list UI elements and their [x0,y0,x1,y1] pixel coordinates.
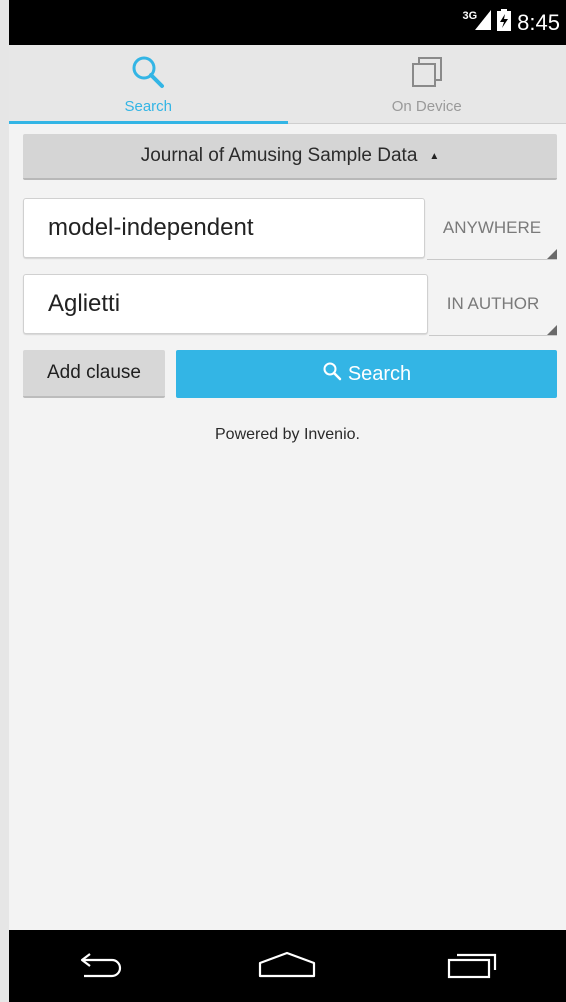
home-button[interactable] [247,936,327,996]
recent-apps-icon [445,948,501,985]
dropdown-corner-icon [547,249,557,259]
clause-1-input[interactable]: model-independent [23,198,425,258]
clause-1-scope-label: ANYWHERE [442,217,542,237]
back-button[interactable] [62,936,142,996]
clause-1-value: model-independent [48,214,254,241]
app-screen: 3G 8:45 Search On Device Journal of Amus… [9,0,566,1002]
tab-on-device[interactable]: On Device [288,45,566,123]
search-button[interactable]: Search [176,350,557,398]
active-tab-indicator [9,121,288,124]
status-bar: 3G 8:45 [9,0,566,45]
collection-dropdown[interactable]: Journal of Amusing Sample Data ▲ [23,134,557,180]
background-strip [0,0,9,1002]
dropdown-corner-icon [547,325,557,335]
add-clause-button[interactable]: Add clause [23,350,165,398]
clause-2-input[interactable]: Aglietti [23,274,428,334]
navigation-bar [9,930,566,1002]
search-button-icon [322,361,342,387]
tab-bar: Search On Device [9,45,566,124]
search-icon [131,55,165,94]
signal-icon [475,10,492,35]
tab-search[interactable]: Search [9,45,288,124]
clock: 8:45 [517,9,560,35]
collection-dropdown-label: Journal of Amusing Sample Data [140,145,418,166]
battery-icon [497,9,512,36]
clause-2-value: Aglietti [48,290,121,317]
dropdown-caret-icon: ▲ [429,150,440,162]
recent-apps-button[interactable] [433,936,513,996]
back-icon [76,949,128,984]
copy-icon [410,55,444,94]
status-icons: 3G 8:45 [462,0,560,45]
clause-1-scope-dropdown[interactable]: ANYWHERE [427,196,557,260]
add-clause-label: Add clause [46,362,141,383]
clause-2-scope-label: IN AUTHOR [446,293,540,313]
search-button-label: Search [347,362,412,385]
powered-by-text: Powered by Invenio. [215,426,360,443]
home-icon [256,949,318,984]
clause-2-scope-dropdown[interactable]: IN AUTHOR [429,272,557,336]
tab-on-device-label: On Device [391,98,462,115]
tab-search-label: Search [124,98,173,115]
